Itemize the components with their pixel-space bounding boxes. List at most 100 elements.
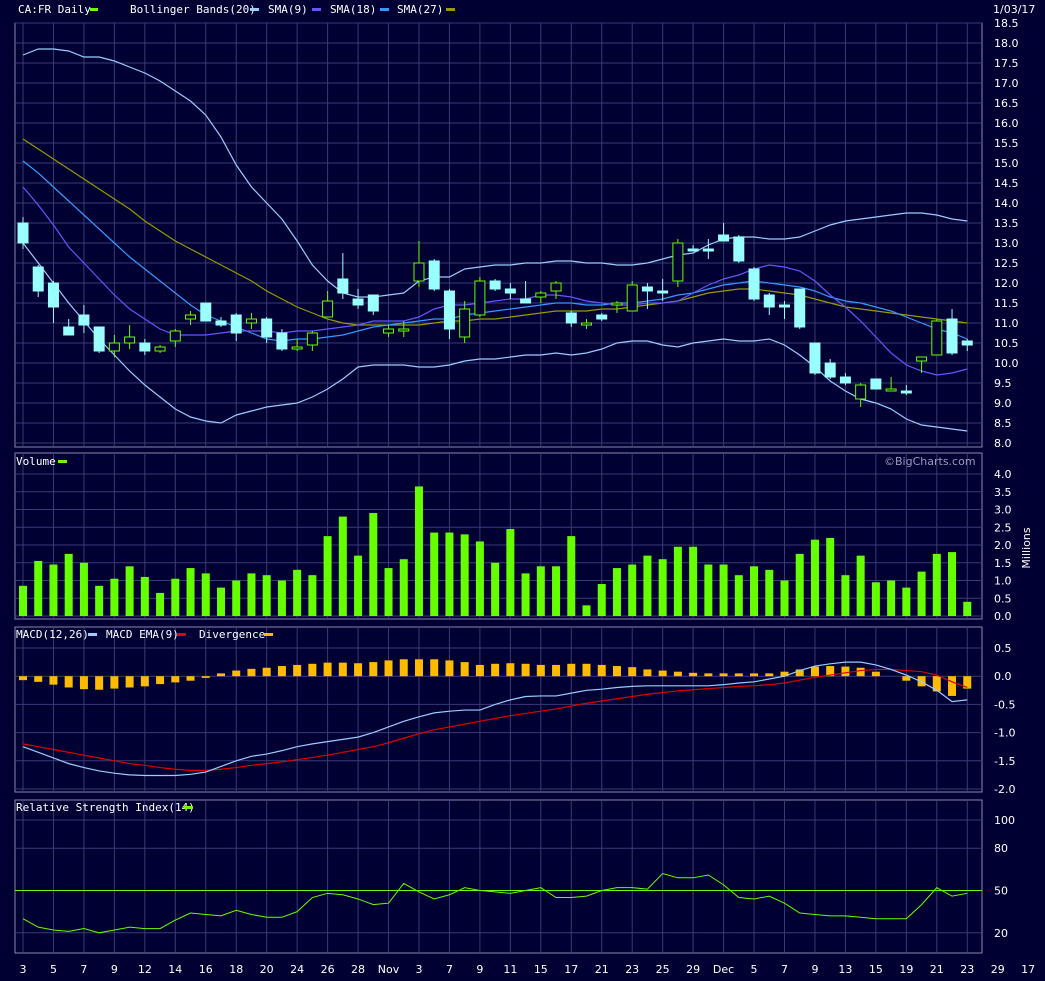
volume-tick-label: 2.0 <box>994 539 1012 552</box>
volume-bar <box>293 569 302 616</box>
divergence-bar <box>201 676 210 678</box>
volume-bar <box>643 555 652 616</box>
divergence-bar <box>369 662 378 677</box>
rsi-tick-label: 50 <box>994 885 1008 898</box>
volume-legend-swatch <box>58 460 67 463</box>
x-tick-label: 15 <box>869 963 883 976</box>
volume-bar <box>34 560 43 616</box>
candle-down <box>352 298 364 306</box>
candle-up <box>306 332 318 346</box>
candle-up <box>169 330 181 342</box>
candle-down <box>870 378 882 390</box>
x-tick-label: 29 <box>686 963 700 976</box>
x-tick-label: 16 <box>199 963 213 976</box>
x-tick-label: 5 <box>50 963 57 976</box>
divergence-bar <box>856 667 865 677</box>
volume-bar <box>963 601 972 616</box>
candle-down <box>63 326 75 336</box>
candle-up <box>672 242 684 282</box>
bollinger-legend-swatch <box>250 8 259 11</box>
candle-down <box>276 332 288 350</box>
divergence-bar <box>582 663 591 677</box>
divergence-bar <box>750 673 759 677</box>
volume-tick-label: 1.0 <box>994 575 1012 588</box>
volume-bar <box>704 564 713 616</box>
volume-bar <box>475 541 484 616</box>
volume-bar <box>506 529 515 616</box>
candle-up <box>474 280 486 316</box>
candle-down <box>215 320 227 326</box>
divergence-bar <box>673 671 682 677</box>
candle-down <box>748 268 760 300</box>
candle-down <box>78 314 90 326</box>
divergence-bar <box>475 664 484 677</box>
volume-bar <box>399 559 408 616</box>
bigcharts-watermark: ©BigCharts.com <box>884 455 976 468</box>
price-tick-label: 18.0 <box>994 37 1019 50</box>
sma27-legend-swatch <box>446 8 455 11</box>
volume-bar <box>810 539 819 616</box>
divergence-bar <box>156 676 165 685</box>
divergence-bar <box>491 663 500 677</box>
divergence-bar <box>95 676 104 690</box>
divergence-bar <box>765 673 774 677</box>
rsi-label: Relative Strength Index(14) <box>16 801 195 814</box>
divergence-bar <box>125 676 134 688</box>
candle-down <box>428 260 440 290</box>
price-tick-label: 12.5 <box>994 257 1019 270</box>
rsi-tick-label: 100 <box>994 814 1015 827</box>
candle-up <box>885 388 897 392</box>
price-tick-label: 11.0 <box>994 317 1019 330</box>
volume-axis-ticks: 4.0 3.5 3.0 2.5 2.0 1.5 1.0 0.5 0.0 <box>994 468 1012 623</box>
volume-bar <box>658 559 667 616</box>
x-tick-label: 7 <box>446 963 453 976</box>
candle-up <box>124 336 136 344</box>
divergence-bar <box>734 673 743 677</box>
volume-bar <box>536 566 545 616</box>
candle-up <box>398 328 410 332</box>
candle-down <box>367 294 379 312</box>
candle-down <box>687 248 699 252</box>
candle-down <box>641 286 653 292</box>
macd-tick-label: 0.5 <box>994 642 1012 655</box>
volume-tick-label: 3.5 <box>994 486 1012 499</box>
volume-bar <box>628 564 637 616</box>
candle-down <box>200 302 212 322</box>
x-tick-label: 23 <box>625 963 639 976</box>
candle-down <box>443 290 455 330</box>
price-tick-label: 14.5 <box>994 177 1019 190</box>
x-tick-label: 24 <box>290 963 304 976</box>
candle-up <box>855 384 867 400</box>
x-tick-label: 3 <box>20 963 27 976</box>
volume-bar <box>948 552 957 616</box>
divergence-bar <box>323 662 332 677</box>
candle-up <box>108 342 120 352</box>
divergence-bar <box>552 664 561 677</box>
x-tick-label: Dec <box>713 963 734 976</box>
x-tick-label: 3 <box>415 963 422 976</box>
price-tick-label: 14.0 <box>994 197 1019 210</box>
x-tick-label: 9 <box>111 963 118 976</box>
volume-bar <box>308 575 317 616</box>
candle-down <box>139 342 151 352</box>
macd-legend-swatch <box>88 633 97 636</box>
candle-up <box>383 328 395 334</box>
x-tick-label: 11 <box>503 963 517 976</box>
volume-bar <box>369 513 378 616</box>
rsi-tick-label: 80 <box>994 842 1008 855</box>
volume-bar <box>871 582 880 616</box>
candle-down <box>337 278 349 294</box>
rsi-legend-swatch <box>184 806 193 809</box>
divergence-bar <box>384 660 393 677</box>
divergence-bar <box>308 663 317 677</box>
volume-bar <box>430 532 439 616</box>
divergence-bar <box>643 669 652 677</box>
price-tick-label: 10.5 <box>994 337 1019 350</box>
price-tick-label: 9.5 <box>994 377 1012 390</box>
price-tick-label: 15.0 <box>994 157 1019 170</box>
stock-chart: 18.5 18.0 17.5 17.0 16.5 16.0 15.5 15.0 14.5 14.0… <box>0 0 1045 981</box>
divergence-bar <box>232 670 241 677</box>
macd-label: MACD(12,26) <box>16 628 89 641</box>
price-tick-label: 10.0 <box>994 357 1019 370</box>
candle-up <box>154 346 166 352</box>
